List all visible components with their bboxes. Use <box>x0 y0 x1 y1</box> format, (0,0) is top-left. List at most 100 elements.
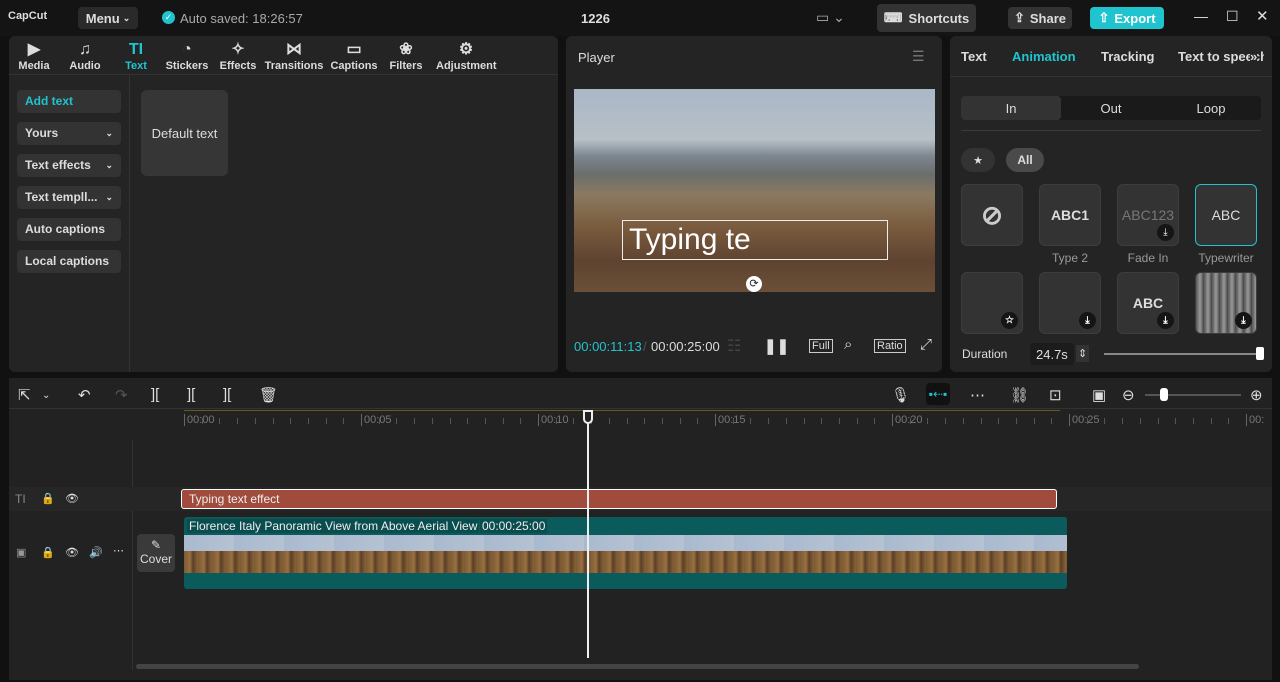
select-cursor-icon[interactable]: ⇱ <box>18 386 31 404</box>
sidebar-yours[interactable]: Yours ⌄ <box>17 122 121 145</box>
volume-icon[interactable]: 🔊 <box>89 546 103 559</box>
tool-transitions[interactable]: ⋈ Transitions <box>264 40 324 72</box>
share-button[interactable]: ⇪ Share <box>1008 7 1072 29</box>
zoom-preview-icon[interactable]: ⌕ <box>844 336 852 353</box>
animation-card[interactable]: ABC <box>1195 184 1257 246</box>
full-button[interactable]: Full <box>809 339 833 353</box>
project-name: 1226 <box>581 11 610 26</box>
ratio-button[interactable]: Ratio <box>874 339 906 353</box>
layout-icon[interactable]: ▭ ⌄ <box>816 9 845 26</box>
star-icon[interactable]: ☆ <box>1001 312 1018 329</box>
link-icon[interactable]: ⛓ <box>1010 386 1029 404</box>
zoom-out-icon[interactable]: ⊖ <box>1122 386 1135 404</box>
menu-button[interactable]: Menu ⌄ <box>78 7 138 29</box>
split-right-icon[interactable]: ][ <box>223 386 231 403</box>
lock-icon[interactable]: 🔒 <box>41 492 55 505</box>
timeline-zoom-fit-icon[interactable]: ▣ <box>1092 386 1106 404</box>
split-icon[interactable]: ][ <box>151 386 159 403</box>
default-text-card[interactable]: Default text <box>141 90 228 176</box>
horizontal-scrollbar[interactable] <box>136 664 1139 669</box>
zoom-in-icon[interactable]: ⊕ <box>1250 386 1263 404</box>
tool-adjustment[interactable]: ⚙ Adjustment <box>436 40 497 72</box>
sidebar-local-captions[interactable]: Local captions <box>17 250 121 273</box>
sidebar-add-text[interactable]: Add text <box>17 90 121 113</box>
segment-loop[interactable]: Loop <box>1161 96 1261 120</box>
cover-button[interactable]: ✎ Cover <box>137 534 175 572</box>
duration-input[interactable]: 24.7s <box>1030 343 1074 365</box>
tool-filters[interactable]: ❀ Filters <box>376 40 436 72</box>
tool-captions[interactable]: ▭ Captions <box>324 40 384 72</box>
text-bounding-box[interactable]: Typing te <box>622 220 888 260</box>
animation-card[interactable]: ABC ⤓ <box>1117 272 1179 334</box>
ruler-minor-tick <box>803 418 805 424</box>
text-clip[interactable]: Typing text effect <box>181 489 1057 509</box>
segment-out[interactable]: Out <box>1061 96 1161 120</box>
close-icon[interactable]: ✕ <box>1256 7 1269 25</box>
split-left-icon[interactable]: ][ <box>187 386 195 403</box>
ruler-minor-tick <box>502 418 504 424</box>
sidebar-label: Yours <box>25 126 59 140</box>
animation-card[interactable]: ABC123 ⤓ <box>1117 184 1179 246</box>
slider-handle[interactable] <box>1256 347 1264 360</box>
animation-card-label: Type 2 <box>1051 251 1089 265</box>
magnet-snap-icon[interactable]: ▪⇠▪ <box>926 383 950 405</box>
ruler-minor-tick <box>290 418 292 424</box>
auto-snap-icon[interactable]: ⋯ <box>970 386 985 404</box>
tab-text[interactable]: Text <box>961 49 987 64</box>
rotate-icon[interactable]: ⟳ <box>746 276 762 292</box>
pause-icon[interactable]: ❚❚ <box>764 337 789 355</box>
animation-card[interactable]: ⤓ <box>1195 272 1257 334</box>
video-preview[interactable]: Typing te ⟳ <box>574 89 935 292</box>
fullscreen-icon[interactable]: ⤢ <box>920 336 932 353</box>
lock-icon[interactable]: 🔒 <box>41 546 55 559</box>
time-separator: / <box>643 339 647 354</box>
duration-stepper-icon[interactable]: ⇕ <box>1076 345 1090 362</box>
playhead[interactable] <box>582 410 593 658</box>
export-button[interactable]: ⇧ Export <box>1090 7 1164 29</box>
segment-in[interactable]: In <box>961 96 1061 120</box>
animation-card[interactable]: ☆ <box>961 272 1023 334</box>
slider-handle[interactable] <box>1160 388 1169 401</box>
tab-tracking[interactable]: Tracking <box>1101 49 1154 64</box>
maximize-icon[interactable]: ☐ <box>1226 8 1239 25</box>
favorites-filter-star-icon[interactable]: ★ <box>961 148 995 172</box>
more-icon[interactable]: ⋯ <box>113 544 124 557</box>
chevron-down-icon: ⌄ <box>105 128 113 138</box>
sidebar-auto-captions[interactable]: Auto captions <box>17 218 121 241</box>
download-icon[interactable]: ⤓ <box>1079 312 1096 329</box>
sidebar-text-effects[interactable]: Text effects ⌄ <box>17 154 121 177</box>
shortcuts-button[interactable]: ⌨ Shortcuts <box>877 4 976 32</box>
eye-icon[interactable]: 👁 <box>65 546 79 559</box>
eye-icon[interactable]: 👁 <box>65 492 79 505</box>
more-tabs-icon[interactable]: » <box>1250 49 1258 64</box>
filter-all[interactable]: All <box>1006 148 1044 172</box>
animation-card[interactable]: ⊘ <box>961 184 1023 246</box>
redo-icon[interactable]: ↷ <box>115 386 128 404</box>
sidebar-text-templates[interactable]: Text templl... ⌄ <box>17 186 121 209</box>
preview-axis-icon[interactable]: ⊡ <box>1049 386 1062 404</box>
duration-slider[interactable] <box>1104 347 1264 360</box>
timeline-zoom-slider[interactable] <box>1145 388 1241 401</box>
undo-icon[interactable]: ↶ <box>78 386 91 404</box>
video-clip[interactable]: Florence Italy Panoramic View from Above… <box>184 517 1067 589</box>
animation-card[interactable]: ABC1 <box>1039 184 1101 246</box>
microphone-icon[interactable]: 🎙 <box>891 386 910 404</box>
chevron-down-icon[interactable]: ⌄ <box>42 390 50 401</box>
export-label: Export <box>1114 10 1156 26</box>
player-menu-icon[interactable]: ☰ <box>912 48 925 65</box>
ruler-minor-tick <box>237 418 239 424</box>
tab-animation[interactable]: Animation <box>1012 49 1076 64</box>
tool-effects[interactable]: ✧ Effects <box>208 40 268 72</box>
minimize-icon[interactable]: — <box>1194 8 1208 24</box>
tool-label: Media <box>18 60 50 72</box>
playhead-handle[interactable] <box>582 410 593 424</box>
download-icon[interactable]: ⤓ <box>1157 312 1174 329</box>
divider <box>129 75 130 372</box>
download-icon[interactable]: ⤓ <box>1157 224 1174 241</box>
animation-card[interactable]: ⤓ <box>1039 272 1101 334</box>
cover-label: Cover <box>139 552 172 566</box>
animation-card-label: Fade In <box>1127 251 1169 265</box>
ruler-tick-label: 00:10 <box>538 414 569 426</box>
download-icon[interactable]: ⤓ <box>1235 312 1252 329</box>
delete-icon[interactable]: 🗑 <box>259 386 278 404</box>
